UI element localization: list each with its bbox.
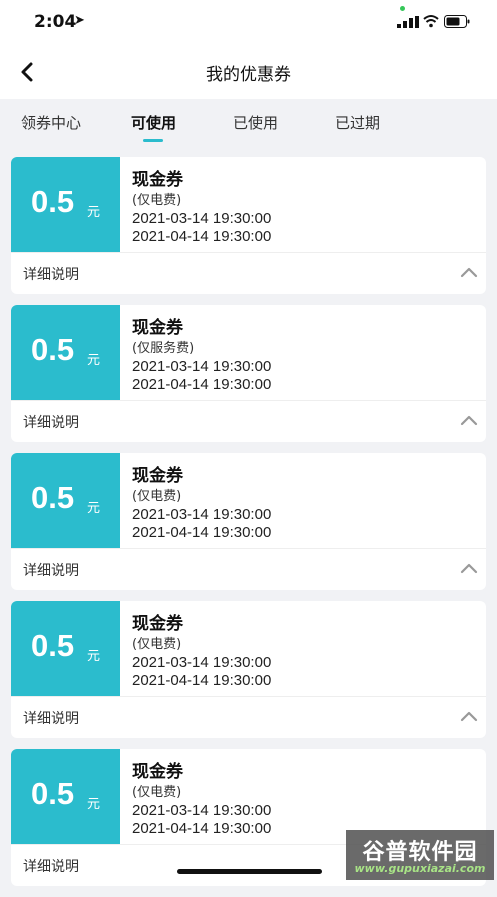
coupon-scope: (仅电费) (132, 637, 182, 652)
tab-bar: 领券中心 可使用 已使用 已过期 (0, 99, 497, 147)
battery-icon (444, 15, 470, 28)
coupon-end-time: 2021-04-14 19:30:00 (132, 228, 272, 245)
coupon-start-time: 2021-03-14 19:30:00 (132, 210, 272, 227)
divider (11, 696, 486, 697)
coupon-start-time: 2021-03-14 19:30:00 (132, 654, 272, 671)
page-title: 我的优惠券 (206, 65, 291, 85)
coupon-unit: 元 (87, 353, 101, 368)
tab-available[interactable]: 可使用 (131, 112, 176, 133)
coupon-title: 现金券 (132, 762, 183, 782)
tab-coupon-center[interactable]: 领券中心 (21, 112, 81, 133)
tab-expired[interactable]: 已过期 (335, 112, 380, 133)
privacy-indicator-dot (400, 6, 405, 11)
coupon-amount: 0.5 (31, 628, 75, 663)
coupon-scope: (仅电费) (132, 193, 182, 208)
coupon-unit: 元 (87, 205, 101, 220)
coupon-detail-toggle[interactable]: 详细说明 (23, 264, 79, 284)
coupon-amount: 0.5 (31, 776, 75, 811)
coupon-unit: 元 (87, 649, 101, 664)
coupon-card: 0.5 元 现金券 (仅电费) 2021-03-14 19:30:00 2021… (11, 601, 486, 738)
location-arrow-icon: ➤ (74, 13, 85, 28)
coupon-amount: 0.5 (31, 480, 75, 515)
coupon-amount-box: 0.5 元 (11, 749, 120, 844)
coupon-end-time: 2021-04-14 19:30:00 (132, 672, 272, 689)
cellular-signal-icon (397, 16, 419, 28)
coupon-end-time: 2021-04-14 19:30:00 (132, 376, 272, 393)
coupon-scope: (仅电费) (132, 489, 182, 504)
coupon-amount-box: 0.5 元 (11, 601, 120, 696)
watermark-url: www.gupuxiazai.com (354, 862, 486, 875)
coupon-amount-box: 0.5 元 (11, 305, 120, 400)
coupon-title: 现金券 (132, 318, 183, 338)
coupon-unit: 元 (87, 501, 101, 516)
status-bar: 2:04 ➤ (0, 0, 497, 44)
coupon-list: 0.5 元 现金券 (仅电费) 2021-03-14 19:30:00 2021… (11, 157, 486, 897)
wifi-icon (423, 15, 439, 28)
coupon-card: 0.5 元 现金券 (仅电费) 2021-03-14 19:30:00 2021… (11, 453, 486, 590)
coupon-title: 现金券 (132, 170, 183, 190)
coupon-end-time: 2021-04-14 19:30:00 (132, 524, 272, 541)
coupon-start-time: 2021-03-14 19:30:00 (132, 506, 272, 523)
coupon-end-time: 2021-04-14 19:30:00 (132, 820, 272, 837)
watermark-logo: 谷普软件园 www.gupuxiazai.com (346, 830, 494, 880)
coupon-start-time: 2021-03-14 19:30:00 (132, 802, 272, 819)
coupon-detail-toggle[interactable]: 详细说明 (23, 412, 79, 432)
chevron-up-icon[interactable] (460, 266, 478, 278)
nav-bar: 我的优惠券 (0, 44, 497, 99)
coupon-amount: 0.5 (31, 184, 75, 219)
chevron-up-icon[interactable] (460, 710, 478, 722)
tab-used[interactable]: 已使用 (233, 112, 278, 133)
coupon-amount-box: 0.5 元 (11, 157, 120, 252)
coupon-start-time: 2021-03-14 19:30:00 (132, 358, 272, 375)
coupon-title: 现金券 (132, 466, 183, 486)
coupon-title: 现金券 (132, 614, 183, 634)
divider (11, 252, 486, 253)
coupon-detail-toggle[interactable]: 详细说明 (23, 560, 79, 580)
coupon-amount-box: 0.5 元 (11, 453, 120, 548)
coupon-detail-toggle[interactable]: 详细说明 (23, 856, 79, 876)
coupon-card: 0.5 元 现金券 (仅服务费) 2021-03-14 19:30:00 202… (11, 305, 486, 442)
divider (11, 400, 486, 401)
coupon-detail-toggle[interactable]: 详细说明 (23, 708, 79, 728)
chevron-up-icon[interactable] (460, 414, 478, 426)
coupon-amount: 0.5 (31, 332, 75, 367)
active-tab-indicator (143, 139, 163, 142)
coupon-unit: 元 (87, 797, 101, 812)
status-time: 2:04 (34, 12, 77, 32)
coupon-scope: (仅电费) (132, 785, 182, 800)
home-indicator[interactable] (177, 869, 322, 874)
coupon-scope: (仅服务费) (132, 341, 195, 356)
coupon-card: 0.5 元 现金券 (仅电费) 2021-03-14 19:30:00 2021… (11, 157, 486, 294)
divider (11, 548, 486, 549)
chevron-up-icon[interactable] (460, 562, 478, 574)
